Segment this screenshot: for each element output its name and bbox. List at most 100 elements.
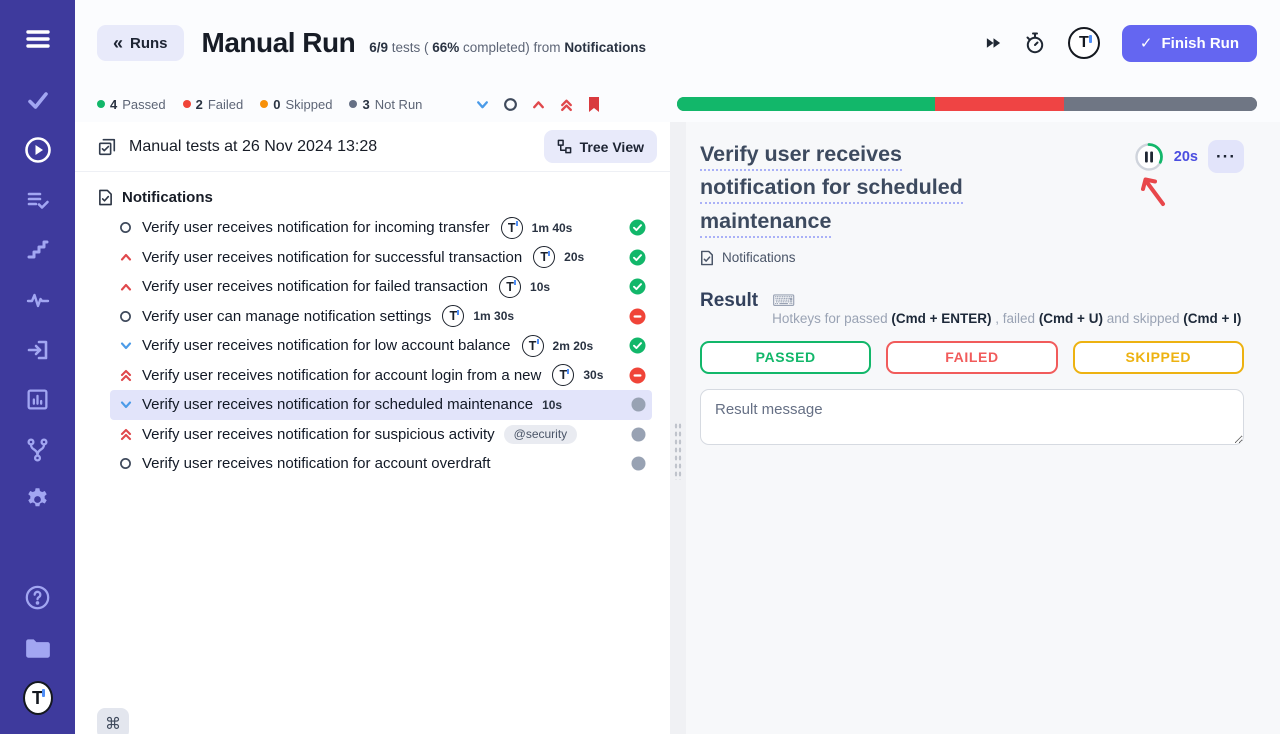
none-priority-icon (118, 457, 133, 470)
text-segment: Notifications (564, 40, 646, 55)
import-icon[interactable] (23, 335, 53, 364)
passed-status-icon (629, 337, 646, 354)
text-segment: 66% (432, 40, 459, 55)
status-dot-icon (97, 100, 105, 108)
summary-count: 2 (196, 97, 203, 112)
text-segment: completed) from (459, 40, 564, 55)
test-row[interactable]: Verify user receives notification for su… (110, 420, 652, 450)
steps-icon[interactable] (23, 235, 53, 264)
tree-view-button[interactable]: Tree View (544, 130, 657, 163)
chevron-down-filter-icon[interactable] (475, 97, 490, 112)
analytics-icon[interactable] (23, 385, 53, 414)
summary-count: 3 (362, 97, 369, 112)
pause-timer-button[interactable] (1134, 142, 1164, 172)
summary-count: 4 (110, 97, 117, 112)
tree-view-icon (557, 139, 572, 154)
chevrons-left-icon: « (113, 33, 123, 54)
failed-status-icon (629, 367, 646, 384)
result-header: Result ⌨ Hotkeys for passed (Cmd + ENTER… (700, 290, 1244, 326)
finish-run-label: Finish Run (1162, 35, 1240, 52)
test-row[interactable]: Verify user receives notification for ac… (110, 361, 652, 391)
help-icon[interactable] (23, 583, 53, 612)
notrun-status-icon (631, 456, 646, 471)
text-segment: (Cmd + I) (1183, 311, 1241, 326)
text-segment: 6/9 (369, 40, 388, 55)
projects-icon[interactable] (23, 633, 53, 662)
main-area: « Runs Manual Run 6/9 tests ( 66% comple… (75, 0, 1280, 734)
tests-icon[interactable] (23, 85, 53, 114)
summary-label: Failed (208, 97, 243, 112)
result-message-input[interactable] (700, 389, 1244, 445)
test-row[interactable]: Verify user can manage notification sett… (110, 302, 652, 332)
summary-passed: 4Passed (97, 97, 166, 112)
bookmark-icon[interactable] (587, 96, 601, 113)
test-title: Verify user receives notification for in… (142, 219, 490, 236)
back-to-runs-label: Runs (130, 35, 168, 52)
detail-controls: 20s ··· (1134, 140, 1244, 173)
passed-verdict-button[interactable]: PASSED (700, 341, 871, 374)
logo-icon[interactable]: T (23, 683, 53, 713)
run-subtitle: 6/9 tests ( 66% completed) from Notifica… (369, 40, 646, 55)
pulse-icon[interactable] (23, 285, 53, 314)
test-duration: 2m 20s (553, 339, 594, 353)
automation-logo-icon: T (552, 364, 574, 386)
test-row[interactable]: Verify user receives notification for in… (110, 213, 652, 243)
branches-icon[interactable] (23, 435, 53, 464)
test-row[interactable]: Verify user receives notification for lo… (110, 331, 652, 361)
menu-icon[interactable] (23, 24, 53, 53)
sidebar: T (0, 0, 75, 734)
suite-group-row[interactable]: Notifications (75, 182, 670, 213)
stopwatch-icon[interactable] (1024, 31, 1046, 55)
chevrons-up-filter-icon[interactable] (559, 97, 574, 112)
test-row[interactable]: Verify user receives notification for ac… (110, 449, 652, 479)
runs-icon[interactable] (23, 135, 53, 164)
skipped-verdict-button[interactable]: SKIPPED (1073, 341, 1244, 374)
notrun-status-icon (631, 397, 646, 412)
text-segment: and skipped (1103, 311, 1183, 326)
progress-segment (677, 97, 935, 111)
test-tag-badge[interactable]: @security (504, 425, 578, 444)
pane-resize-handle[interactable] (670, 122, 686, 734)
high-priority-icon (118, 280, 133, 294)
finish-run-button[interactable]: ✓ Finish Run (1122, 25, 1257, 62)
highest-priority-icon (118, 427, 133, 442)
command-key-badge[interactable]: ⌘ (97, 708, 129, 734)
priority-filter-icons (475, 96, 601, 113)
test-row[interactable]: Verify user receives notification for su… (110, 243, 652, 273)
chevron-up-filter-icon[interactable] (531, 97, 546, 112)
failed-verdict-button[interactable]: FAILED (886, 341, 1057, 374)
test-plans-icon[interactable] (23, 185, 53, 214)
text-segment: (Cmd + U) (1039, 311, 1103, 326)
test-duration: 1m 40s (532, 221, 573, 235)
test-list-header: Manual tests at 26 Nov 2024 13:28 Tree V… (75, 122, 670, 172)
test-title: Verify user receives notification for fa… (142, 278, 488, 295)
test-title: Verify user receives notification for su… (142, 249, 522, 266)
text-segment: , failed (992, 311, 1039, 326)
summary-count: 0 (273, 97, 280, 112)
checklist-icon (97, 137, 117, 157)
automation-logo-icon: T (499, 276, 521, 298)
text-segment: Hotkeys for passed (772, 311, 891, 326)
test-title: Verify user receives notification for ac… (142, 367, 541, 384)
test-title: Verify user receives notification for lo… (142, 337, 511, 354)
suite-group-label: Notifications (122, 189, 213, 206)
circle-filter-icon[interactable] (503, 97, 518, 112)
low-priority-icon (118, 398, 133, 412)
content-split: Manual tests at 26 Nov 2024 13:28 Tree V… (75, 122, 1280, 734)
none-priority-icon (118, 310, 133, 323)
test-row[interactable]: Verify user receives notification for fa… (110, 272, 652, 302)
breadcrumb-label: Notifications (722, 250, 796, 265)
run-progress-bar (677, 97, 1257, 111)
detail-breadcrumb[interactable]: Notifications (700, 250, 1244, 266)
settings-icon[interactable] (23, 485, 53, 514)
test-row[interactable]: Verify user receives notification for sc… (110, 390, 652, 420)
brand-logo-icon[interactable]: T (1068, 27, 1100, 59)
text-segment: tests ( (388, 40, 432, 55)
more-options-button[interactable]: ··· (1208, 140, 1244, 173)
topbar: « Runs Manual Run 6/9 tests ( 66% comple… (75, 0, 1280, 86)
fast-forward-icon[interactable] (985, 35, 1002, 51)
back-to-runs-button[interactable]: « Runs (97, 25, 184, 61)
check-icon: ✓ (1140, 34, 1153, 52)
summary-label: Not Run (375, 97, 423, 112)
elapsed-timer: 20s (1174, 149, 1198, 165)
